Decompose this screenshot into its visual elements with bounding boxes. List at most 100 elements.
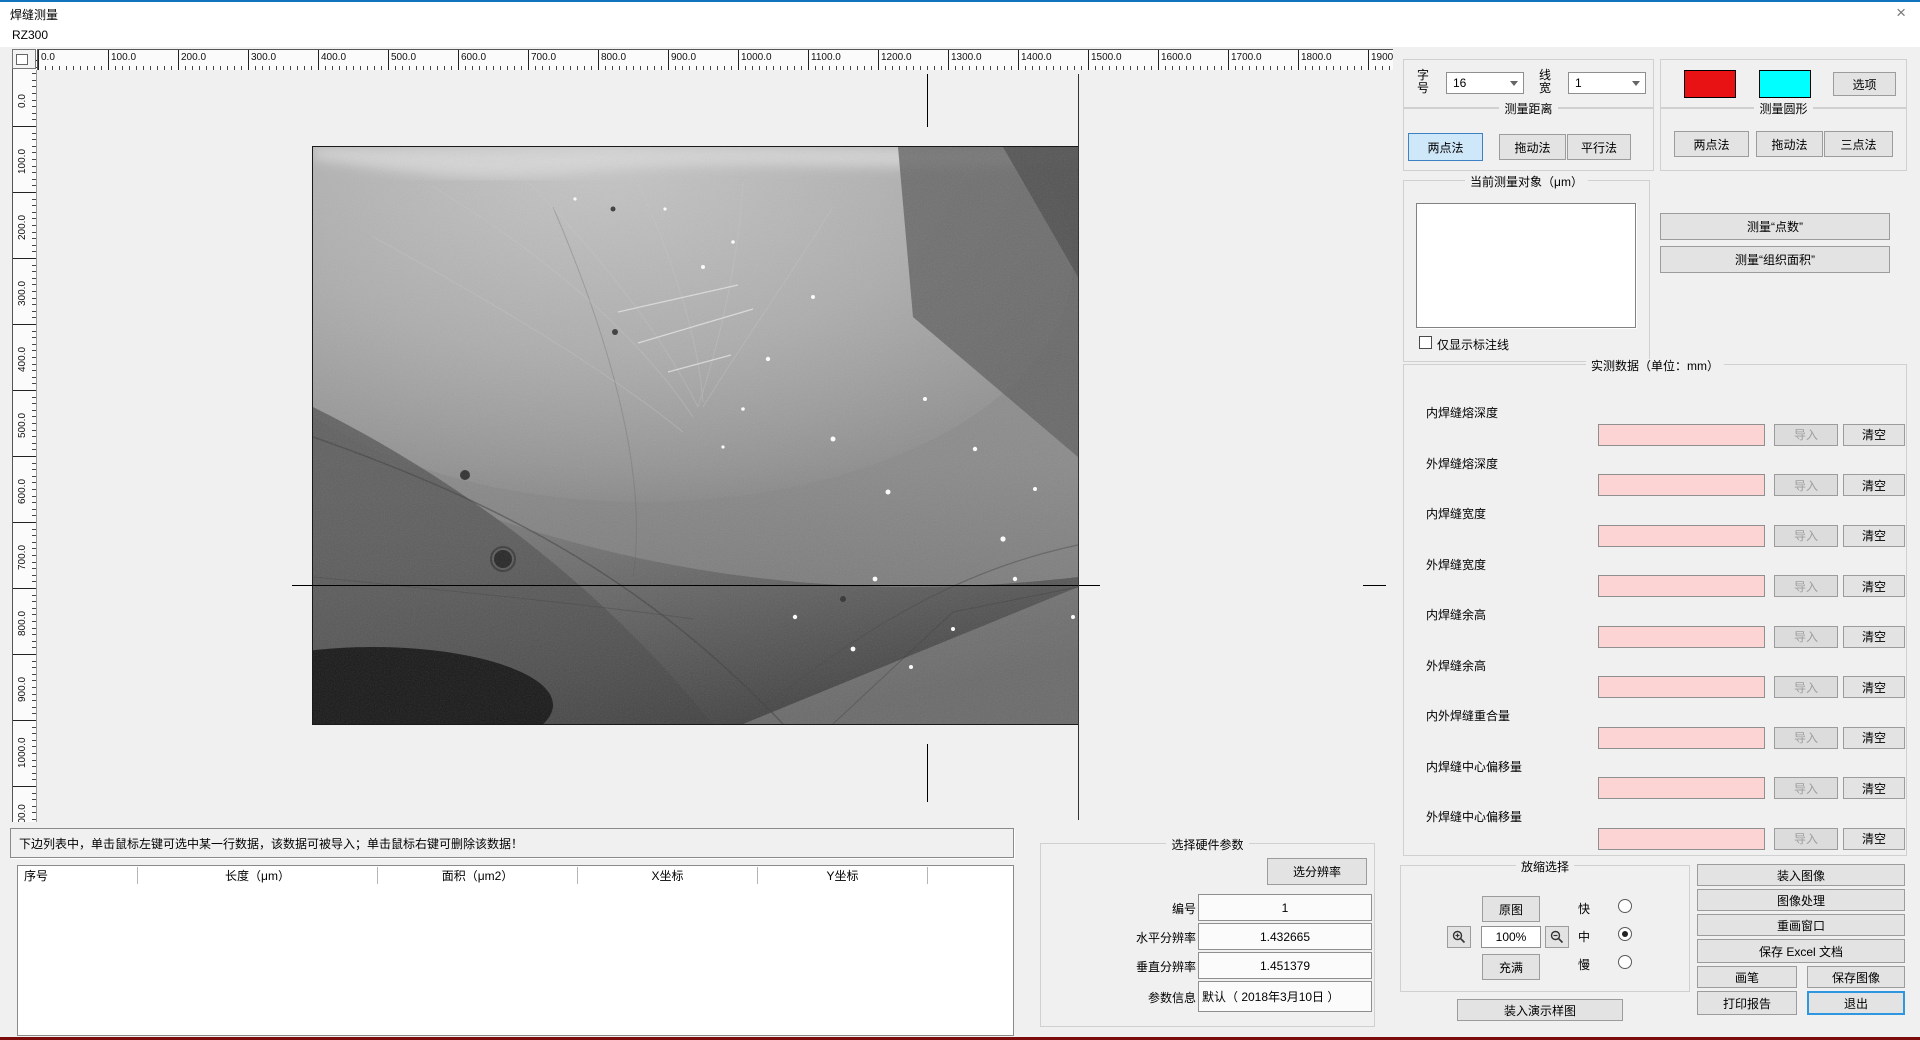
value-field[interactable] bbox=[1598, 525, 1765, 547]
save-excel-button[interactable]: 保存 Excel 文档 bbox=[1697, 939, 1905, 963]
col-index[interactable]: 序号 bbox=[18, 867, 138, 884]
param-info-label: 参数信息 bbox=[1046, 989, 1196, 1006]
import-button[interactable]: 导入 bbox=[1774, 727, 1838, 749]
value-field[interactable] bbox=[1598, 777, 1765, 799]
current-object-title: 当前测量对象（μm） bbox=[1465, 175, 1588, 189]
horizontal-ruler: 0.0100.0200.0300.0400.0500.0600.0700.080… bbox=[36, 49, 1393, 72]
row-label: 内焊缝余高 bbox=[1426, 606, 1486, 623]
col-length[interactable]: 长度（μm） bbox=[138, 867, 378, 884]
value-field[interactable] bbox=[1598, 474, 1765, 496]
pen-button[interactable]: 画笔 bbox=[1697, 966, 1797, 988]
distance-parallel-button[interactable]: 平行法 bbox=[1567, 134, 1631, 160]
measure-horizontal-line bbox=[292, 585, 1100, 586]
h-resolution-field[interactable]: 1.432665 bbox=[1198, 923, 1372, 950]
red-swatch[interactable] bbox=[1684, 70, 1736, 98]
text-style-box: 字号 16 线宽 1 bbox=[1403, 59, 1654, 109]
clear-button[interactable]: 清空 bbox=[1843, 626, 1905, 648]
clear-button[interactable]: 清空 bbox=[1843, 575, 1905, 597]
col-area[interactable]: 面积（μm2） bbox=[378, 867, 578, 884]
value-field[interactable] bbox=[1598, 727, 1765, 749]
row-label: 外焊缝余高 bbox=[1426, 657, 1486, 674]
zoom-value-field[interactable]: 100% bbox=[1481, 926, 1541, 948]
page-boundary-line bbox=[1078, 74, 1079, 820]
v-resolution-field[interactable]: 1.451379 bbox=[1198, 952, 1372, 979]
select-resolution-button[interactable]: 选分辨率 bbox=[1267, 858, 1367, 885]
hint-bar: 下边列表中，单击鼠标左键可选中某一行数据，该数据可被导入；单击鼠标右键可删除该数… bbox=[10, 828, 1014, 858]
options-button[interactable]: 选项 bbox=[1833, 72, 1896, 96]
menu-item-rz300[interactable]: RZ300 bbox=[12, 28, 48, 42]
clear-button[interactable]: 清空 bbox=[1843, 727, 1905, 749]
clear-button[interactable]: 清空 bbox=[1843, 777, 1905, 799]
close-icon[interactable]: × bbox=[1896, 3, 1906, 23]
clear-button[interactable]: 清空 bbox=[1843, 676, 1905, 698]
value-field[interactable] bbox=[1598, 676, 1765, 698]
clear-button[interactable]: 清空 bbox=[1843, 474, 1905, 496]
import-button[interactable]: 导入 bbox=[1774, 626, 1838, 648]
speed-slow-label: 慢 bbox=[1578, 956, 1590, 973]
circle-three-point-button[interactable]: 三点法 bbox=[1824, 131, 1893, 157]
row-label: 内焊缝中心偏移量 bbox=[1426, 758, 1522, 775]
distance-two-point-button[interactable]: 两点法 bbox=[1408, 133, 1483, 161]
id-field[interactable]: 1 bbox=[1198, 894, 1372, 921]
results-table[interactable]: 序号 长度（μm） 面积（μm2） X坐标 Y坐标 bbox=[17, 865, 1014, 1036]
import-button[interactable]: 导入 bbox=[1774, 676, 1838, 698]
show-annotation-checkbox[interactable] bbox=[1419, 336, 1432, 349]
measure-points-button[interactable]: 测量“点数” bbox=[1660, 213, 1890, 240]
speed-medium-radio[interactable] bbox=[1618, 927, 1632, 941]
distance-drag-button[interactable]: 拖动法 bbox=[1499, 134, 1566, 160]
font-size-select[interactable]: 16 bbox=[1446, 72, 1524, 94]
import-button[interactable]: 导入 bbox=[1774, 424, 1838, 446]
col-x[interactable]: X坐标 bbox=[578, 867, 758, 884]
row-label: 外焊缝宽度 bbox=[1426, 556, 1486, 573]
param-info-field[interactable]: 默认（ 2018年3月10日 ） bbox=[1198, 981, 1372, 1012]
image-process-button[interactable]: 图像处理 bbox=[1697, 889, 1905, 911]
row-label: 内焊缝熔深度 bbox=[1426, 404, 1498, 421]
load-demo-button[interactable]: 装入演示样图 bbox=[1457, 999, 1623, 1021]
import-button[interactable]: 导入 bbox=[1774, 525, 1838, 547]
current-object-group: 当前测量对象（μm） 仅显示标注线 bbox=[1403, 180, 1650, 362]
value-field[interactable] bbox=[1598, 575, 1765, 597]
speed-fast-radio[interactable] bbox=[1618, 899, 1632, 913]
redraw-window-button[interactable]: 重画窗口 bbox=[1697, 914, 1905, 936]
clear-button[interactable]: 清空 bbox=[1843, 424, 1905, 446]
hint-text: 下边列表中，单击鼠标左键可选中某一行数据，该数据可被导入；单击鼠标右键可删除该数… bbox=[19, 835, 523, 852]
value-field[interactable] bbox=[1598, 626, 1765, 648]
crosshair-vertical-bottom bbox=[927, 744, 928, 802]
fit-button[interactable]: 充满 bbox=[1482, 954, 1540, 980]
circle-two-point-button[interactable]: 两点法 bbox=[1674, 131, 1749, 157]
import-button[interactable]: 导入 bbox=[1774, 777, 1838, 799]
print-report-button[interactable]: 打印报告 bbox=[1697, 991, 1797, 1015]
window-title: 焊缝测量 bbox=[10, 6, 58, 23]
value-field[interactable] bbox=[1598, 828, 1765, 850]
zoom-in-icon[interactable] bbox=[1447, 926, 1471, 948]
save-image-button[interactable]: 保存图像 bbox=[1807, 966, 1905, 988]
measured-row: 内焊缝中心偏移量 导入 清空 bbox=[1404, 755, 1906, 806]
zoom-out-icon[interactable] bbox=[1545, 926, 1569, 948]
table-header-row: 序号 长度（μm） 面积（μm2） X坐标 Y坐标 bbox=[18, 866, 1013, 885]
hardware-group: 选择硬件参数 选分辨率 编号 1 水平分辨率 1.432665 垂直分辨率 1.… bbox=[1040, 843, 1375, 1027]
speed-slow-radio[interactable] bbox=[1618, 955, 1632, 969]
current-object-listbox[interactable] bbox=[1416, 203, 1636, 328]
import-button[interactable]: 导入 bbox=[1774, 828, 1838, 850]
weld-micrograph-image[interactable] bbox=[312, 146, 1079, 725]
clear-button[interactable]: 清空 bbox=[1843, 828, 1905, 850]
color-box: 选项 bbox=[1660, 59, 1907, 109]
cyan-swatch[interactable] bbox=[1759, 70, 1811, 98]
clear-button[interactable]: 清空 bbox=[1843, 525, 1905, 547]
import-button[interactable]: 导入 bbox=[1774, 575, 1838, 597]
row-label: 内外焊缝重合量 bbox=[1426, 707, 1510, 724]
font-size-label: 字号 bbox=[1416, 69, 1430, 95]
col-y[interactable]: Y坐标 bbox=[758, 867, 928, 884]
line-width-select[interactable]: 1 bbox=[1568, 72, 1646, 94]
circle-drag-button[interactable]: 拖动法 bbox=[1756, 131, 1823, 157]
import-button[interactable]: 导入 bbox=[1774, 474, 1838, 496]
measure-area-button[interactable]: 测量“组织面积” bbox=[1660, 246, 1890, 273]
load-image-button[interactable]: 装入图像 bbox=[1697, 864, 1905, 886]
original-size-button[interactable]: 原图 bbox=[1482, 896, 1540, 922]
crosshair-vertical-top bbox=[927, 74, 928, 127]
vertical-ruler: 0.0100.0200.0300.0400.0500.0600.0700.080… bbox=[12, 49, 38, 822]
measured-row: 内外焊缝重合量 导入 清空 bbox=[1404, 704, 1906, 755]
h-resolution-label: 水平分辨率 bbox=[1046, 929, 1196, 946]
exit-button[interactable]: 退出 bbox=[1807, 991, 1905, 1015]
value-field[interactable] bbox=[1598, 424, 1765, 446]
